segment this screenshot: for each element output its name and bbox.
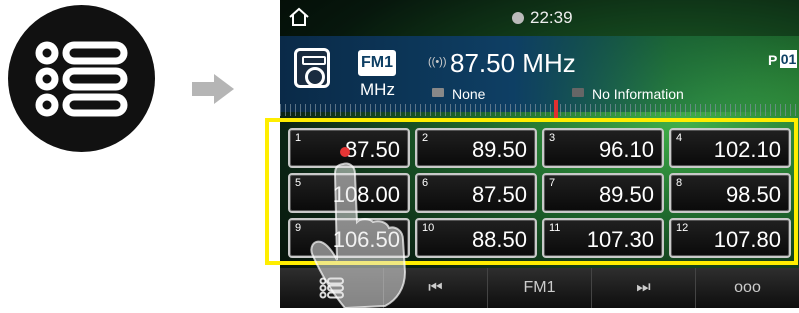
top-bar: 22:39 [280,0,799,36]
arrow-right-icon [192,74,234,109]
tuning-scale[interactable] [280,104,799,116]
more-icon: ooo [734,279,761,296]
band-badge: FM1 [358,50,396,76]
seek-previous-button[interactable]: ⏮ [384,268,488,308]
station-info-text: No Information [592,86,684,102]
band-label: FM1 [523,279,556,296]
signal-icon: ((•)) [428,56,447,68]
clock: 22:39 [512,8,573,28]
more-options-button[interactable]: ooo [696,268,799,308]
band-button[interactable]: FM1 [488,268,592,308]
program-type: None [452,86,486,102]
preset-label: P [768,52,778,68]
info-icon [572,88,584,97]
list-menu-button[interactable] [280,268,384,308]
unit-label: MHz [360,80,395,99]
list-menu-icon [8,5,155,152]
tuning-marker[interactable] [554,100,558,118]
home-icon[interactable] [288,6,310,33]
skip-next-icon: ⏭ [636,279,651,296]
program-type-icon [432,88,444,97]
list-menu-icon [319,277,344,299]
clock-icon [512,12,524,24]
highlight-frame [265,118,798,265]
touch-point-marker [340,147,350,157]
seek-next-button[interactable]: ⏭ [592,268,696,308]
bottom-control-bar: ⏮ FM1 ⏭ ooo [280,268,799,308]
current-frequency: 87.50 MHz [450,48,576,78]
station-info-bar: FM1 MHz ((•)) 87.50 MHz None No Informat… [280,36,799,112]
preset-number: 01 [780,50,797,68]
clock-time: 22:39 [530,8,573,27]
skip-previous-icon: ⏮ [428,279,443,296]
radio-source-icon[interactable] [294,48,330,88]
